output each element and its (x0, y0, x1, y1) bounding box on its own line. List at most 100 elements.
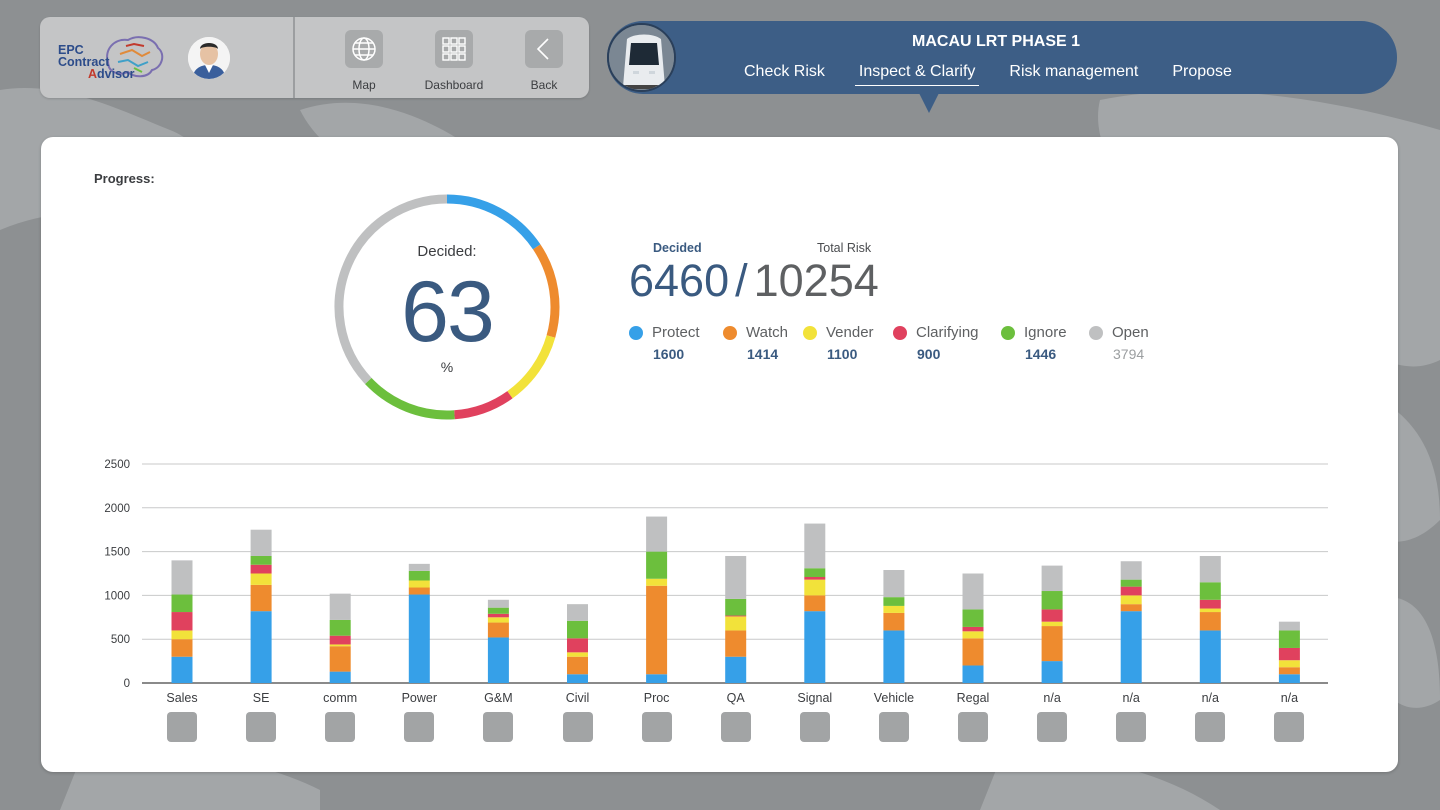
category-button[interactable] (167, 712, 197, 742)
bar-segment-vender[interactable] (1120, 595, 1142, 605)
bar-segment-protect[interactable] (725, 656, 747, 683)
bar-segment-ignore[interactable] (962, 609, 984, 627)
bar-segment-ignore[interactable] (1120, 579, 1142, 587)
bar-segment-clarifying[interactable] (962, 626, 984, 632)
category-button[interactable] (878, 712, 909, 742)
bar-segment-vender[interactable] (567, 652, 588, 657)
bar-segment-protect[interactable] (646, 674, 668, 683)
bar-segment-protect[interactable] (567, 674, 588, 683)
bar-segment-watch[interactable] (487, 622, 509, 638)
category-button[interactable] (1195, 712, 1226, 742)
bar-segment-ignore[interactable] (171, 594, 193, 613)
bar-segment-protect[interactable] (171, 656, 193, 683)
bar-segment-open[interactable] (962, 573, 984, 610)
bar-segment-open[interactable] (725, 555, 747, 599)
bar-segment-clarifying[interactable] (725, 615, 747, 617)
bar-segment-clarifying[interactable] (567, 638, 588, 653)
bar-segment-open[interactable] (171, 560, 193, 595)
category-button[interactable] (1274, 712, 1305, 742)
bar-segment-open[interactable] (250, 529, 272, 556)
bar-segment-vender[interactable] (962, 631, 984, 639)
bar-segment-clarifying[interactable] (1278, 647, 1300, 661)
bar-segment-vender[interactable] (883, 605, 905, 613)
bar-segment-vender[interactable] (646, 578, 668, 586)
bar-segment-protect[interactable] (408, 594, 430, 683)
bar-segment-clarifying[interactable] (250, 564, 272, 574)
bar-segment-clarifying[interactable] (329, 635, 351, 645)
bar-segment-clarifying[interactable] (1120, 586, 1142, 596)
category-button[interactable] (483, 712, 514, 742)
bar-segment-protect[interactable] (487, 637, 509, 683)
bar-segment-ignore[interactable] (883, 597, 905, 606)
bar-segment-vender[interactable] (1041, 621, 1063, 627)
category-button[interactable] (958, 712, 988, 742)
category-button[interactable] (246, 712, 277, 742)
bar-segment-ignore[interactable] (408, 570, 430, 581)
category-button[interactable] (1037, 712, 1068, 742)
bar-segment-open[interactable] (1041, 565, 1063, 592)
tab-inspect-clarify[interactable]: Inspect & Clarify (854, 63, 980, 86)
bar-segment-ignore[interactable] (329, 619, 351, 636)
category-button[interactable] (720, 712, 751, 742)
tab-check-risk[interactable]: Check Risk (740, 63, 829, 86)
bar-segment-vender[interactable] (408, 580, 430, 588)
bar-segment-open[interactable] (329, 593, 351, 620)
category-button[interactable] (325, 712, 356, 742)
tab-risk-management[interactable]: Risk management (1005, 63, 1142, 86)
bar-segment-open[interactable] (646, 516, 668, 552)
bar-segment-watch[interactable] (646, 585, 668, 675)
bar-segment-clarifying[interactable] (1041, 609, 1063, 622)
bar-segment-ignore[interactable] (1199, 582, 1221, 600)
bar-segment-watch[interactable] (408, 587, 430, 595)
category-button[interactable] (404, 712, 435, 742)
bar-segment-open[interactable] (883, 569, 905, 598)
bar-segment-watch[interactable] (171, 639, 193, 657)
bar-segment-open[interactable] (487, 599, 509, 608)
bar-segment-protect[interactable] (1041, 661, 1063, 683)
bar-segment-open[interactable] (408, 563, 430, 571)
bar-segment-watch[interactable] (725, 630, 747, 657)
bar-segment-protect[interactable] (1199, 630, 1221, 683)
bar-segment-open[interactable] (1120, 561, 1142, 580)
bar-segment-watch[interactable] (1041, 626, 1063, 662)
bar-segment-open[interactable] (567, 604, 588, 621)
bar-segment-ignore[interactable] (487, 607, 509, 614)
bar-segment-watch[interactable] (1278, 667, 1300, 675)
bar-segment-protect[interactable] (250, 611, 272, 683)
bar-segment-ignore[interactable] (646, 551, 668, 579)
bar-segment-vender[interactable] (725, 616, 747, 631)
bar-segment-open[interactable] (1278, 621, 1300, 631)
back-button[interactable]: Back (499, 17, 589, 98)
bar-segment-watch[interactable] (1199, 612, 1221, 631)
bar-segment-protect[interactable] (962, 665, 984, 683)
map-button[interactable]: Map (319, 17, 409, 98)
bar-segment-vender[interactable] (329, 644, 351, 647)
bar-segment-watch[interactable] (883, 612, 905, 631)
bar-segment-vender[interactable] (804, 579, 826, 596)
bar-segment-protect[interactable] (883, 630, 905, 683)
bar-segment-protect[interactable] (1120, 611, 1142, 683)
bar-segment-ignore[interactable] (250, 555, 272, 565)
bar-segment-watch[interactable] (250, 584, 272, 612)
bar-segment-vender[interactable] (1278, 660, 1300, 668)
bar-segment-vender[interactable] (487, 617, 509, 623)
bar-segment-vender[interactable] (171, 630, 193, 640)
bar-segment-open[interactable] (804, 523, 826, 569)
bar-segment-ignore[interactable] (1278, 630, 1300, 648)
bar-segment-protect[interactable] (1278, 674, 1300, 683)
bar-segment-clarifying[interactable] (487, 613, 509, 618)
bar-segment-ignore[interactable] (804, 568, 826, 578)
category-button[interactable] (799, 712, 830, 742)
avatar[interactable] (188, 37, 230, 79)
bar-segment-vender[interactable] (1199, 608, 1221, 613)
bar-segment-watch[interactable] (567, 656, 588, 675)
bar-segment-protect[interactable] (329, 671, 351, 683)
bar-segment-clarifying[interactable] (171, 612, 193, 631)
bar-segment-watch[interactable] (329, 646, 351, 672)
bar-segment-watch[interactable] (962, 638, 984, 666)
bar-segment-protect[interactable] (804, 611, 826, 683)
bar-segment-ignore[interactable] (725, 598, 747, 616)
bar-segment-ignore[interactable] (1041, 591, 1063, 610)
category-button[interactable] (641, 712, 672, 742)
bar-segment-vender[interactable] (250, 573, 272, 585)
